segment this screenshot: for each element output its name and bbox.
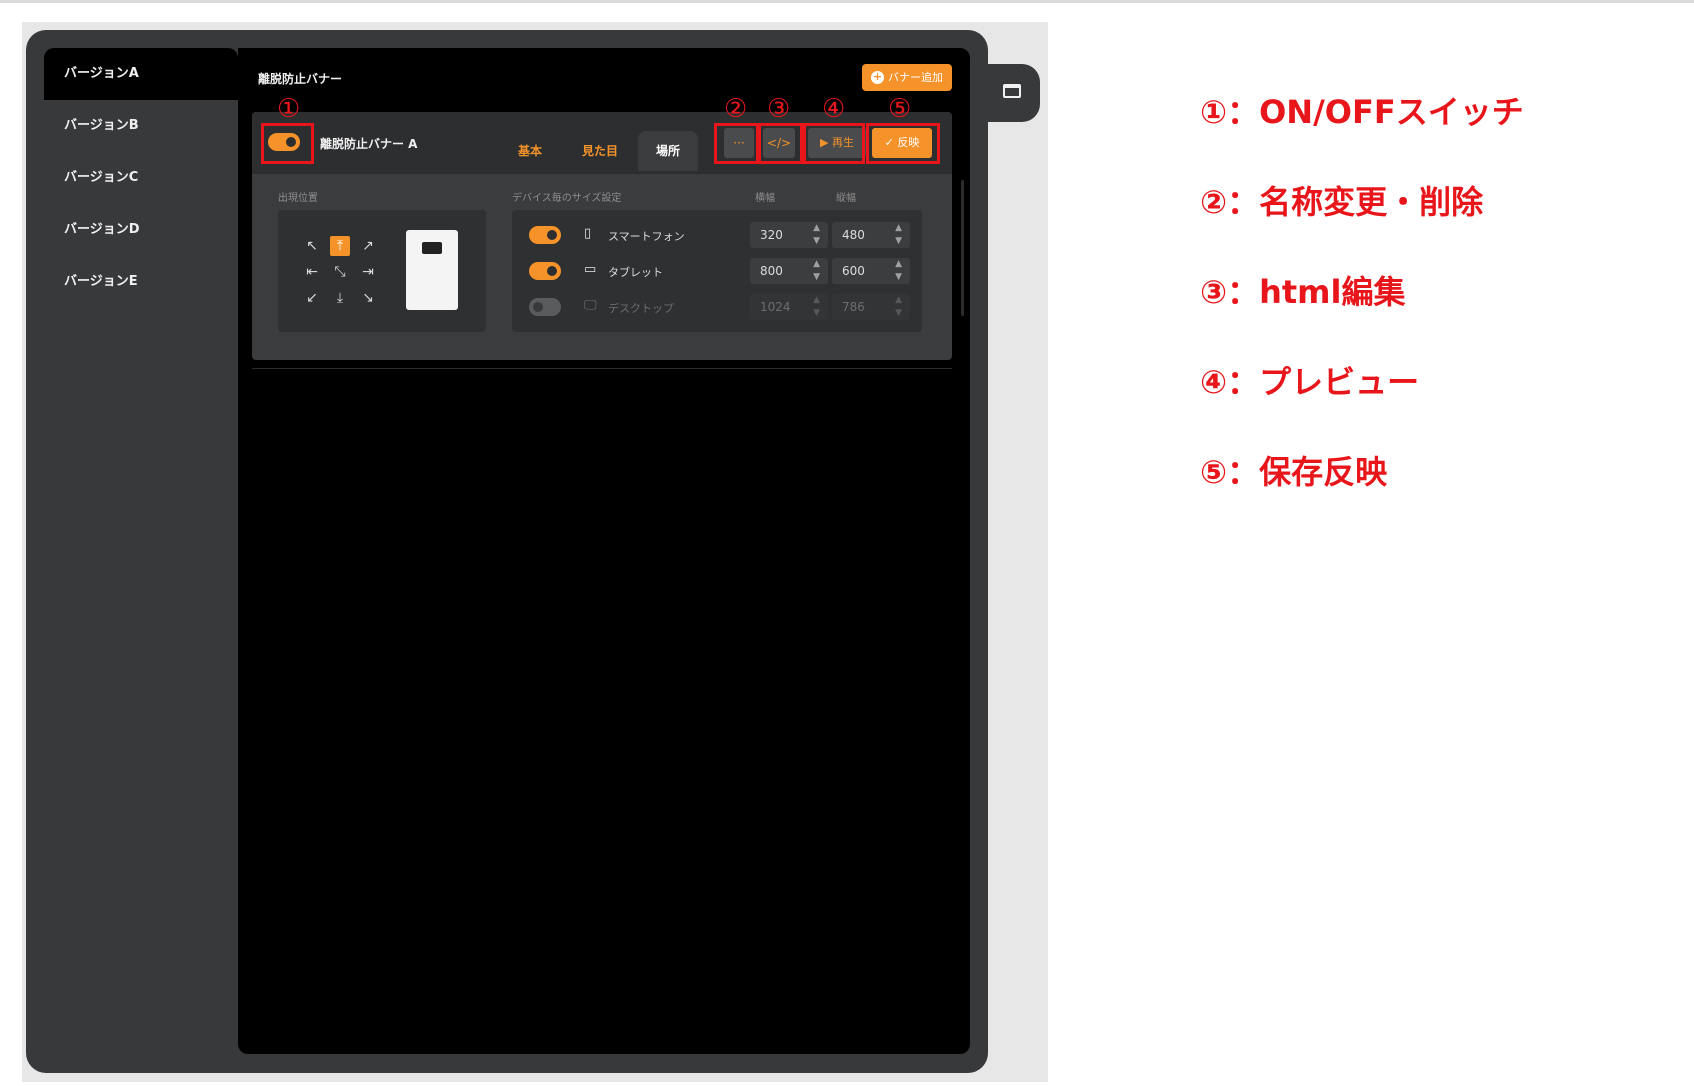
callout-box-3: [758, 123, 803, 164]
sidebar-item-version-b[interactable]: バージョンB: [44, 100, 238, 152]
spinner-icon[interactable]: ▲ ▼: [895, 294, 902, 320]
sidebar-item-version-e[interactable]: バージョンE: [44, 256, 238, 308]
desktop-icon: 🖵: [584, 298, 597, 313]
window-icon[interactable]: [1003, 84, 1021, 98]
sidebar-item-version-c[interactable]: バージョンC: [44, 152, 238, 204]
spinner-icon[interactable]: ▲ ▼: [895, 258, 902, 284]
smartphone-width-input[interactable]: 320 ▲ ▼: [750, 222, 828, 248]
callout-box-4: [803, 123, 865, 164]
page-title: 離脱防止バナー: [258, 72, 343, 86]
spinner-icon[interactable]: ▲ ▼: [813, 222, 820, 248]
position-bottom-center[interactable]: ⤓: [330, 288, 350, 308]
width-column-label: 横幅: [755, 193, 775, 204]
legend-item-3: ③：html編集: [1200, 273, 1406, 311]
spinner-icon[interactable]: ▲ ▼: [895, 222, 902, 248]
plus-icon: +: [871, 70, 884, 84]
tablet-icon: ▭: [584, 262, 597, 277]
tablet-width-input[interactable]: 800 ▲ ▼: [750, 258, 828, 284]
position-middle-right[interactable]: ⇥: [358, 262, 378, 282]
callout-box-2: [714, 123, 759, 164]
callout-number-2: ②: [724, 94, 748, 124]
card-divider: [252, 368, 952, 369]
legend-item-5: ⑤：保存反映: [1200, 453, 1388, 491]
position-bottom-left[interactable]: ↙: [302, 288, 322, 308]
position-top-left[interactable]: ↖: [302, 236, 322, 256]
top-divider: [0, 0, 1694, 3]
tablet-height-value: 600: [842, 264, 865, 278]
tablet-height-input[interactable]: 600 ▲ ▼: [832, 258, 910, 284]
desktop-height-input[interactable]: 786 ▲ ▼: [832, 294, 910, 320]
add-banner-label: バナー追加: [888, 71, 943, 84]
tab-basic[interactable]: 基本: [508, 131, 552, 171]
desktop-label: デスクトップ: [608, 302, 674, 315]
tablet-toggle[interactable]: [529, 262, 561, 280]
position-top-right[interactable]: ↗: [358, 236, 378, 256]
spinner-icon[interactable]: ▲ ▼: [813, 258, 820, 284]
callout-number-4: ④: [822, 94, 846, 124]
desktop-width-value: 1024: [760, 300, 791, 314]
position-center[interactable]: ⤡: [330, 262, 350, 282]
banner-name: 離脱防止バナー A: [320, 137, 418, 151]
smartphone-width-value: 320: [760, 228, 783, 242]
position-middle-left[interactable]: ⇤: [302, 262, 322, 282]
callout-number-1: ①: [277, 94, 301, 124]
sidebar-item-version-d[interactable]: バージョンD: [44, 204, 238, 256]
device-size-label: デバイス毎のサイズ設定: [512, 193, 622, 204]
callout-box-1: [261, 123, 314, 164]
tab-appearance[interactable]: 見た目: [572, 131, 628, 171]
smartphone-toggle[interactable]: [529, 226, 561, 244]
version-sidebar: バージョンA バージョンB バージョンC バージョンD バージョンE: [44, 48, 238, 1054]
smartphone-height-input[interactable]: 480 ▲ ▼: [832, 222, 910, 248]
position-bottom-right[interactable]: ↘: [358, 288, 378, 308]
legend-item-2: ②：名称変更・削除: [1200, 183, 1484, 221]
smartphone-label: スマートフォン: [608, 230, 685, 243]
position-preview-phone: [406, 230, 458, 310]
smartphone-height-value: 480: [842, 228, 865, 242]
desktop-toggle[interactable]: [529, 298, 561, 316]
tablet-label: タブレット: [608, 266, 663, 279]
sidebar-item-version-a[interactable]: バージョンA: [44, 48, 238, 100]
smartphone-icon: ▯: [584, 226, 592, 241]
spinner-icon[interactable]: ▲ ▼: [813, 294, 820, 320]
legend-item-4: ④：プレビュー: [1200, 363, 1420, 401]
tab-location[interactable]: 場所: [638, 131, 698, 171]
position-label: 出現位置: [278, 193, 318, 204]
callout-number-3: ③: [767, 94, 791, 124]
desktop-width-input[interactable]: 1024 ▲ ▼: [750, 294, 828, 320]
callout-box-5: [866, 123, 940, 164]
desktop-height-value: 786: [842, 300, 865, 314]
scrollbar[interactable]: [961, 180, 964, 316]
callout-number-5: ⑤: [888, 94, 912, 124]
tablet-width-value: 800: [760, 264, 783, 278]
height-column-label: 縦幅: [836, 193, 856, 204]
add-banner-button[interactable]: + バナー追加: [862, 64, 952, 91]
legend-item-1: ①：ON/OFFスイッチ: [1200, 93, 1524, 131]
position-top-center[interactable]: ⤒: [330, 236, 350, 256]
